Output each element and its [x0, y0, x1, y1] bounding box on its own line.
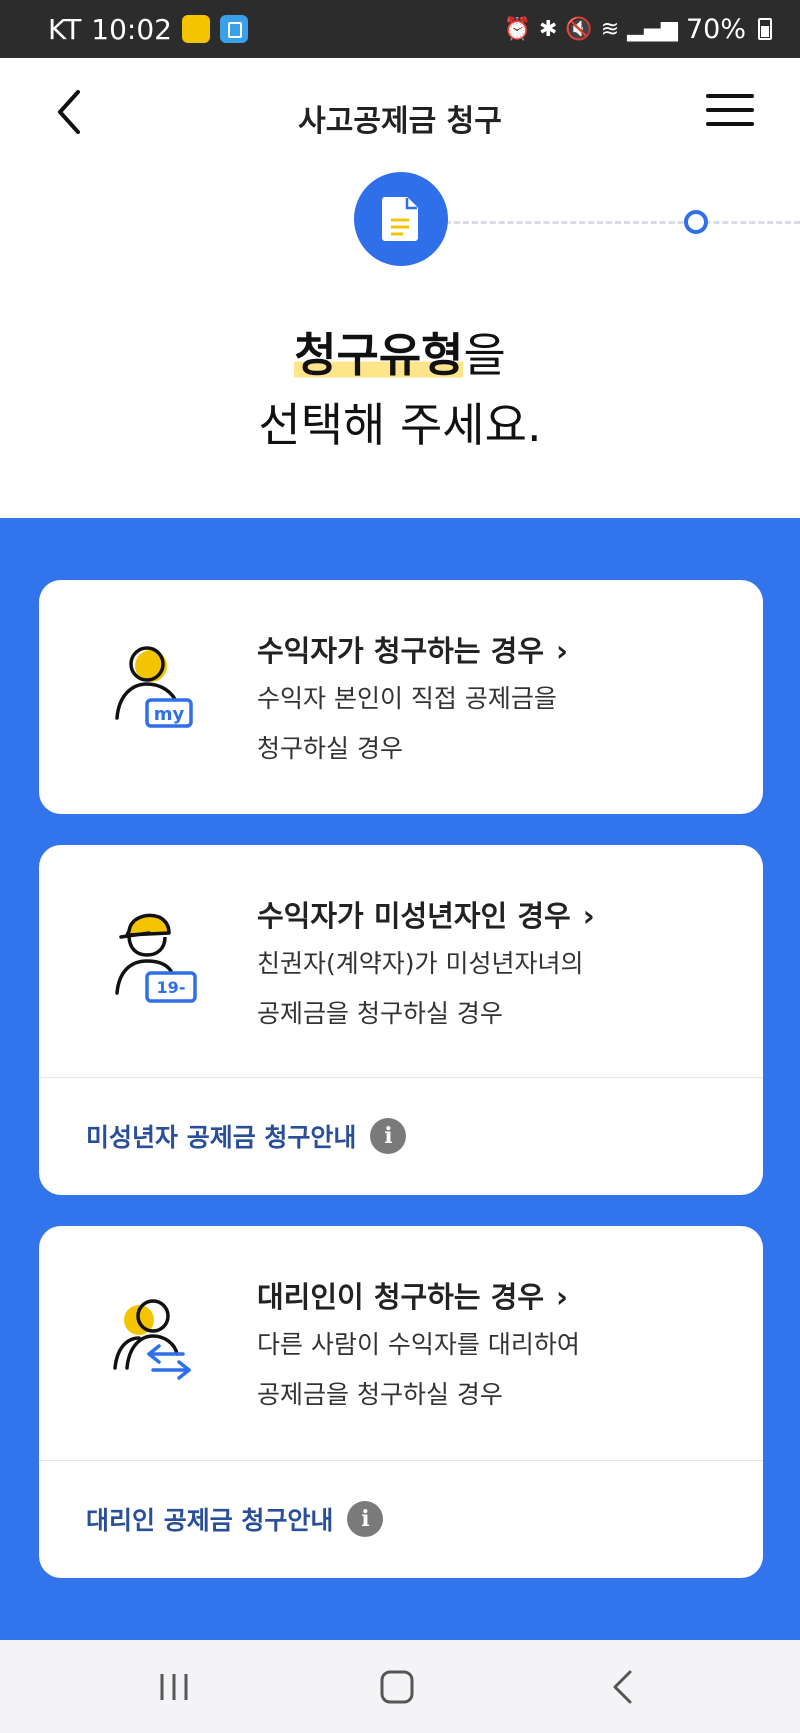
card-title: 대리인이 청구하는 경우: [257, 1280, 544, 1314]
card-title-wrap: 수익자가 미성년자인 경우 ›: [257, 893, 595, 935]
app-notification-icon: [182, 15, 210, 43]
carrier-label: KT: [48, 12, 82, 46]
hamburger-menu-icon-bar: [706, 122, 754, 126]
card-title: 수익자가 미성년자인 경우: [257, 899, 571, 933]
battery-percent: 70%: [685, 13, 746, 45]
status-right: ⏰ ✱ 🔇 ≋ ▂▄▆ 70%: [504, 0, 772, 58]
home-icon: [380, 1670, 414, 1703]
card-desc-line-1: 다른 사람이 수익자를 대리하여: [257, 1330, 580, 1359]
card-desc-line-2: 청구하실 경우: [257, 734, 403, 763]
heading-suffix: 을: [463, 328, 506, 382]
agent-icon: [113, 1299, 191, 1380]
guide-link-text: 대리인 공제금 청구안내: [86, 1506, 334, 1535]
card-desc-line-1: 수익자 본인이 직접 공제금을: [257, 684, 557, 713]
step-next: [684, 210, 708, 234]
step-current: [354, 172, 448, 266]
document-icon: [382, 197, 418, 241]
page-heading: 청구유형을 선택해 주세요.: [0, 322, 800, 462]
chevron-right-icon: ›: [556, 1280, 568, 1314]
status-left: KT 10:02: [48, 0, 248, 58]
claim-card-beneficiary: my 수익자가 청구하는 경우 › 수익자 본인이 직접 공제금을 청구하실 경우: [39, 580, 763, 814]
minor-claim-guide-link[interactable]: 미성년자 공제금 청구안내 i: [39, 1078, 763, 1194]
info-icon: i: [347, 1501, 384, 1537]
badge-text: my: [154, 704, 185, 725]
card-title-wrap: 수익자가 청구하는 경우 ›: [257, 628, 568, 670]
minor-beneficiary-icon: 19-: [115, 913, 197, 1003]
mute-icon: 🔇: [565, 16, 593, 42]
claim-option-minor[interactable]: 19- 수익자가 미성년자인 경우 › 친권자(계약자)가 미성년자녀의 공제금을…: [39, 845, 763, 1077]
page-title: 사고공제금 청구: [298, 104, 502, 139]
bluetooth-icon: ✱: [538, 16, 558, 42]
beneficiary-my-icon: my: [115, 646, 193, 728]
card-title: 수익자가 청구하는 경우: [257, 634, 544, 668]
card-desc-line-1: 친권자(계약자)가 미성년자녀의: [257, 949, 584, 978]
app-header: 사고공제금 청구: [0, 58, 800, 170]
battery-icon: [758, 18, 772, 40]
card-desc-line-2: 공제금을 청구하실 경우: [257, 999, 503, 1028]
claim-option-beneficiary[interactable]: my 수익자가 청구하는 경우 › 수익자 본인이 직접 공제금을 청구하실 경우: [39, 580, 763, 814]
heading-highlight: 청구유형: [294, 328, 464, 382]
app-notification-icon-2: [220, 15, 248, 43]
step-indicator: [0, 170, 800, 270]
claim-card-agent: 대리인이 청구하는 경우 › 다른 사람이 수익자를 대리하여 공제금을 청구하실…: [39, 1226, 763, 1578]
claim-option-agent[interactable]: 대리인이 청구하는 경우 › 다른 사람이 수익자를 대리하여 공제금을 청구하실…: [39, 1226, 763, 1460]
menu-button[interactable]: [706, 94, 754, 134]
back-arrow-icon: [613, 1670, 632, 1703]
chevron-right-icon: ›: [582, 899, 595, 933]
alarm-icon: ⏰: [503, 16, 531, 42]
status-bar: KT 10:02 ⏰ ✱ 🔇 ≋ ▂▄▆ 70%: [0, 0, 800, 58]
system-nav-bar: [0, 1640, 800, 1733]
chevron-right-icon: ›: [556, 634, 568, 668]
heading-line-1: 청구유형을: [0, 322, 800, 388]
claim-type-list: my 수익자가 청구하는 경우 › 수익자 본인이 직접 공제금을 청구하실 경우…: [0, 518, 800, 1640]
home-button[interactable]: [337, 1640, 457, 1733]
step-progress-line: [445, 221, 800, 224]
recent-apps-button[interactable]: [114, 1640, 234, 1733]
guide-link-text: 미성년자 공제금 청구안내: [86, 1123, 357, 1152]
hamburger-menu-icon: [706, 94, 754, 98]
system-back-button[interactable]: [562, 1640, 682, 1733]
card-title-wrap: 대리인이 청구하는 경우 ›: [257, 1274, 568, 1316]
hamburger-menu-icon-bar: [706, 108, 754, 112]
badge-text: 19-: [157, 978, 186, 997]
info-icon: i: [370, 1118, 407, 1154]
agent-claim-guide-link[interactable]: 대리인 공제금 청구안내 i: [39, 1461, 763, 1577]
clock: 10:02: [91, 12, 172, 46]
wifi-icon: ≋: [600, 16, 620, 42]
card-desc-line-2: 공제금을 청구하실 경우: [257, 1380, 503, 1409]
recent-apps-icon: [160, 1673, 188, 1700]
signal-icon: ▂▄▆: [627, 16, 678, 42]
heading-line-2: 선택해 주세요.: [258, 398, 542, 452]
claim-card-minor: 19- 수익자가 미성년자인 경우 › 친권자(계약자)가 미성년자녀의 공제금을…: [39, 845, 763, 1195]
